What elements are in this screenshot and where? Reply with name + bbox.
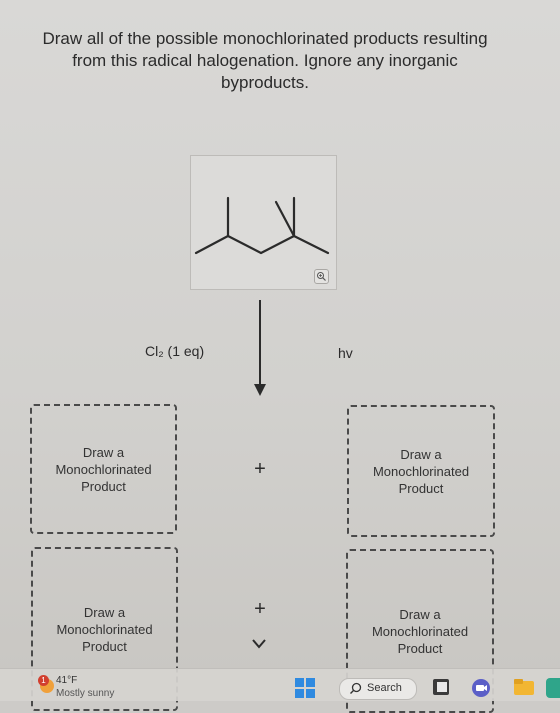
screen: Draw all of the possible monochlorinated… <box>0 0 560 713</box>
plus-sign: + <box>254 458 266 480</box>
app-icon-partial[interactable] <box>546 678 560 698</box>
folder-icon[interactable] <box>513 678 535 696</box>
reagent-label: Cl₂ (1 eq) <box>145 343 205 359</box>
chevron-down-icon[interactable] <box>249 637 269 651</box>
starting-material-card <box>190 155 337 290</box>
condition-label: hv <box>338 345 353 361</box>
question-text: Draw all of the possible monochlorinated… <box>42 29 488 92</box>
product-drop-zone-1[interactable]: Draw a Monochlorinated Product <box>30 404 177 534</box>
drop-zone-label: Draw a Monochlorinated Product <box>56 604 153 654</box>
carbon-chain <box>194 234 330 255</box>
zoom-in-icon <box>317 272 326 281</box>
drop-zone-label: Draw a Monochlorinated Product <box>55 444 152 494</box>
taskbar-search-box[interactable]: Search <box>339 678 417 700</box>
file-explorer-icon[interactable] <box>432 678 450 696</box>
windows-logo-icon[interactable] <box>295 678 315 698</box>
drop-zone-label: Draw a Monochlorinated Product <box>371 606 469 656</box>
zoom-in-button[interactable] <box>314 269 329 284</box>
weather-condition[interactable]: Mostly sunny <box>56 688 114 699</box>
weather-temperature[interactable]: 41°F <box>56 675 77 686</box>
meet-app-icon[interactable] <box>470 678 492 698</box>
search-label: Search <box>367 682 402 694</box>
methyl-branch-3 <box>274 200 296 238</box>
drop-zone-label: Draw a Monochlorinated Product <box>372 446 470 496</box>
search-icon <box>350 682 362 694</box>
product-drop-zone-2[interactable]: Draw a Monochlorinated Product <box>347 405 495 537</box>
reaction-arrow-icon <box>254 300 266 396</box>
notification-badge: 1 <box>38 675 49 686</box>
plus-sign: + <box>254 598 266 620</box>
